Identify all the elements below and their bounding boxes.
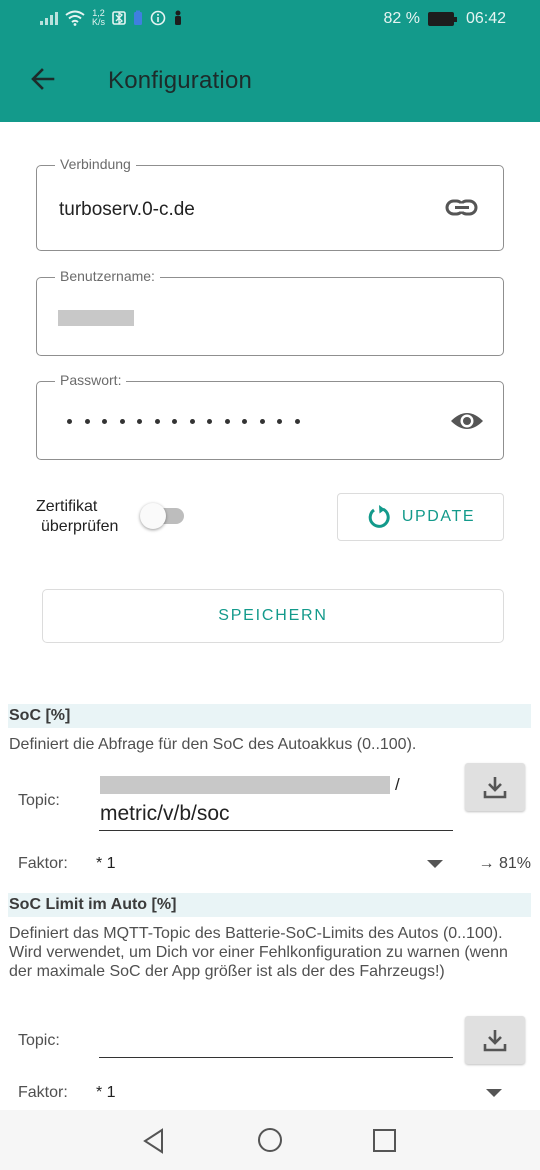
status-bar: 1,2 K/s 82 % 06:42 xyxy=(0,0,540,40)
soc-section-title: SoC [%] xyxy=(8,704,531,728)
connection-value: turboserv.0-c.de xyxy=(59,199,195,220)
soc-topic-input[interactable]: / metric/v/b/soc xyxy=(99,772,453,832)
download-icon xyxy=(483,777,507,799)
person-icon xyxy=(175,10,182,25)
certificate-toggle[interactable] xyxy=(140,503,186,529)
page-title: Konfiguration xyxy=(108,67,253,94)
nav-back-icon[interactable] xyxy=(141,1128,167,1154)
soc-download-button[interactable] xyxy=(465,763,525,811)
soc-section-description: Definiert die Abfrage für den SoC des Au… xyxy=(9,736,417,753)
password-label: Passwort: xyxy=(55,372,127,388)
battery-percent: 82 % xyxy=(383,10,420,27)
soc-limit-section-title: SoC Limit im Auto [%] xyxy=(8,893,531,917)
net-speed: 1,2 K/s xyxy=(92,8,106,27)
soc-topic-value: metric/v/b/soc xyxy=(100,802,230,825)
soc-topic-label: Topic: xyxy=(18,792,60,809)
username-field[interactable]: Benutzername: xyxy=(36,268,504,356)
soc-topic-redacted xyxy=(100,776,390,794)
nav-home-icon[interactable] xyxy=(257,1127,283,1153)
battery-saver-icon xyxy=(134,10,143,25)
soc-limit-factor-dropdown-icon[interactable] xyxy=(486,1089,502,1097)
password-dots xyxy=(67,419,300,424)
link-icon[interactable] xyxy=(445,198,479,218)
certificate-label: Zertifikat überprüfen xyxy=(36,498,119,535)
soc-limit-factor-select[interactable]: * 1 xyxy=(96,1084,116,1102)
arrow-back-icon[interactable] xyxy=(26,62,60,96)
signal-icon xyxy=(40,11,58,25)
soc-factor-label: Faktor: xyxy=(18,855,68,872)
system-nav-bar xyxy=(0,1110,540,1170)
soc-limit-factor-label: Faktor: xyxy=(18,1084,68,1101)
password-field[interactable]: Passwort: xyxy=(36,372,504,460)
nav-recents-icon[interactable] xyxy=(372,1128,398,1154)
soc-factor-select[interactable]: * 1 xyxy=(96,855,116,873)
save-button-label: SPEICHERN xyxy=(218,607,328,624)
refresh-icon xyxy=(368,505,390,528)
update-button[interactable]: UPDATE xyxy=(337,493,504,541)
eye-icon[interactable] xyxy=(449,409,485,433)
soc-limit-topic-label: Topic: xyxy=(18,1032,60,1049)
battery-icon xyxy=(427,12,457,26)
soc-result: → 81% xyxy=(478,855,531,872)
username-redacted xyxy=(58,310,134,326)
connection-field[interactable]: Verbindung turboserv.0-c.de xyxy=(36,156,504,251)
clock: 06:42 xyxy=(465,10,506,27)
soc-topic-separator: / xyxy=(395,775,400,794)
connection-label: Verbindung xyxy=(55,156,136,172)
soc-factor-dropdown-icon[interactable] xyxy=(427,860,443,868)
download-icon xyxy=(483,1030,507,1052)
wifi-icon xyxy=(65,10,85,26)
soc-limit-topic-input[interactable] xyxy=(99,1018,453,1060)
soc-limit-section-description: Definiert das MQTT-Topic des Batterie-So… xyxy=(9,925,508,980)
username-label: Benutzername: xyxy=(55,268,160,284)
info-icon xyxy=(150,10,166,26)
save-button[interactable]: SPEICHERN xyxy=(42,589,504,643)
soc-limit-download-button[interactable] xyxy=(465,1016,525,1064)
update-button-label: UPDATE xyxy=(401,508,476,525)
app-bar: Konfiguration xyxy=(0,40,540,122)
bluetooth-icon xyxy=(112,11,126,25)
